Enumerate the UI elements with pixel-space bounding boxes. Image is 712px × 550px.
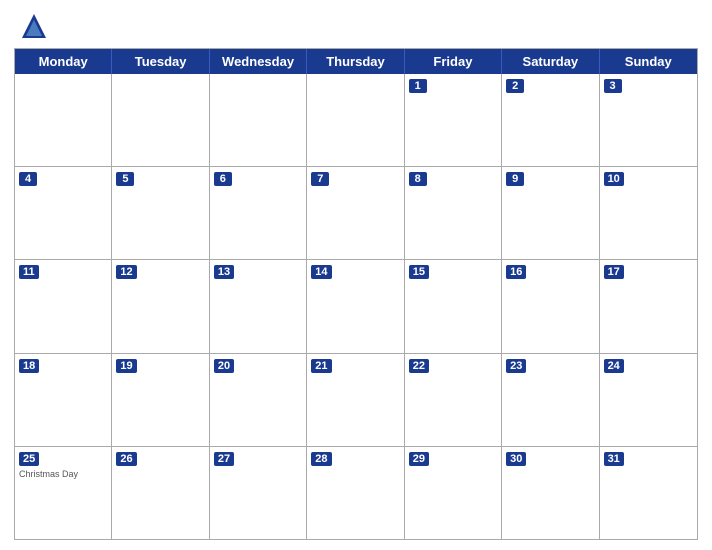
week-row-4: 18 19 20 21 22 23 24	[15, 353, 697, 446]
day-headers-row: MondayTuesdayWednesdayThursdayFridaySatu…	[15, 49, 697, 74]
day-number: 31	[604, 452, 624, 466]
day-cell: 8	[405, 167, 502, 259]
day-cell: 29	[405, 447, 502, 539]
week-row-1: 1 2 3	[15, 74, 697, 166]
day-number: 10	[604, 172, 624, 186]
day-number: 27	[214, 452, 234, 466]
day-number: 8	[409, 172, 427, 186]
day-cell	[112, 74, 209, 166]
week-row-3: 11 12 13 14 15 16 17	[15, 259, 697, 352]
day-cell: 16	[502, 260, 599, 352]
day-number: 24	[604, 359, 624, 373]
day-number: 13	[214, 265, 234, 279]
day-cell: 7	[307, 167, 404, 259]
day-cell	[210, 74, 307, 166]
day-number: 16	[506, 265, 526, 279]
day-cell: 17	[600, 260, 697, 352]
day-cell: 27	[210, 447, 307, 539]
day-cell: 25 Christmas Day	[15, 447, 112, 539]
day-cell	[15, 74, 112, 166]
day-number: 28	[311, 452, 331, 466]
day-number: 30	[506, 452, 526, 466]
day-header-saturday: Saturday	[502, 49, 599, 74]
day-number: 23	[506, 359, 526, 373]
logo	[18, 10, 54, 42]
day-cell: 10	[600, 167, 697, 259]
day-cell: 22	[405, 354, 502, 446]
day-header-friday: Friday	[405, 49, 502, 74]
day-header-tuesday: Tuesday	[112, 49, 209, 74]
day-cell: 30	[502, 447, 599, 539]
day-cell: 21	[307, 354, 404, 446]
calendar-page: MondayTuesdayWednesdayThursdayFridaySatu…	[0, 0, 712, 550]
day-cell: 26	[112, 447, 209, 539]
header	[14, 10, 698, 42]
day-cell: 6	[210, 167, 307, 259]
day-cell	[307, 74, 404, 166]
day-number: 1	[409, 79, 427, 93]
day-number: 25	[19, 452, 39, 466]
day-cell: 12	[112, 260, 209, 352]
day-cell: 9	[502, 167, 599, 259]
day-number: 4	[19, 172, 37, 186]
day-header-thursday: Thursday	[307, 49, 404, 74]
day-number: 21	[311, 359, 331, 373]
day-number: 7	[311, 172, 329, 186]
day-number: 26	[116, 452, 136, 466]
day-cell: 1	[405, 74, 502, 166]
day-number: 11	[19, 265, 39, 279]
day-number: 22	[409, 359, 429, 373]
day-cell: 23	[502, 354, 599, 446]
day-number: 19	[116, 359, 136, 373]
day-cell: 2	[502, 74, 599, 166]
day-cell: 19	[112, 354, 209, 446]
calendar-grid: MondayTuesdayWednesdayThursdayFridaySatu…	[14, 48, 698, 540]
day-cell: 18	[15, 354, 112, 446]
day-number: 3	[604, 79, 622, 93]
day-number: 5	[116, 172, 134, 186]
day-number: 14	[311, 265, 331, 279]
day-number: 18	[19, 359, 39, 373]
day-header-sunday: Sunday	[600, 49, 697, 74]
day-number: 20	[214, 359, 234, 373]
day-header-monday: Monday	[15, 49, 112, 74]
day-cell: 11	[15, 260, 112, 352]
day-cell: 5	[112, 167, 209, 259]
day-number: 17	[604, 265, 624, 279]
day-cell: 31	[600, 447, 697, 539]
week-row-5: 25 Christmas Day 26 27 28 29 30 31	[15, 446, 697, 539]
day-number: 12	[116, 265, 136, 279]
day-cell: 24	[600, 354, 697, 446]
holiday-label: Christmas Day	[19, 469, 107, 479]
day-cell: 13	[210, 260, 307, 352]
week-row-2: 4 5 6 7 8 9 10	[15, 166, 697, 259]
day-number: 6	[214, 172, 232, 186]
day-cell: 14	[307, 260, 404, 352]
day-number: 2	[506, 79, 524, 93]
day-cell: 15	[405, 260, 502, 352]
day-number: 15	[409, 265, 429, 279]
day-cell: 4	[15, 167, 112, 259]
day-number: 29	[409, 452, 429, 466]
generalblue-logo-icon	[18, 10, 50, 42]
day-cell: 20	[210, 354, 307, 446]
day-cell: 3	[600, 74, 697, 166]
day-number: 9	[506, 172, 524, 186]
weeks-container: 1234567891011121314151617181920212223242…	[15, 74, 697, 539]
day-cell: 28	[307, 447, 404, 539]
day-header-wednesday: Wednesday	[210, 49, 307, 74]
